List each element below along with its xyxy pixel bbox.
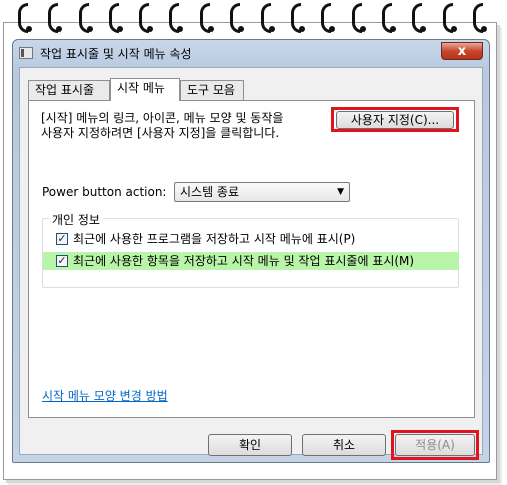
start-menu-panel: [시작] 메뉴의 링크, 아이콘, 메뉴 모양 및 동작을 사용자 지정하려면 … (28, 100, 475, 418)
tab-start-menu[interactable]: 시작 메뉴 (110, 78, 180, 101)
ring-icon (261, 3, 275, 33)
recent-programs-label: 최근에 사용한 프로그램을 저장하고 시작 메뉴에 표시(P) (73, 232, 356, 246)
ring-icon (382, 3, 396, 33)
ring-icon (321, 3, 335, 33)
tab-taskbar[interactable]: 작업 표시줄 (28, 80, 110, 100)
recent-programs-option[interactable]: ✓ 최근에 사용한 프로그램을 저장하고 시작 메뉴에 표시(P) (43, 230, 459, 248)
power-button-label: Power button action: (42, 185, 167, 199)
taskbar-icon (19, 47, 33, 59)
privacy-group-title: 개인 정보 (49, 211, 103, 228)
ring-icon (79, 3, 93, 33)
ring-icon (169, 3, 183, 33)
title-bar[interactable]: 작업 표시줄 및 시작 메뉴 속성 x (13, 40, 489, 66)
ring-icon (230, 3, 244, 33)
ring-icon (443, 3, 457, 33)
ring-icon (18, 3, 32, 33)
spiral-binding (0, 0, 507, 40)
ring-icon (200, 3, 214, 33)
ring-icon (109, 3, 123, 33)
close-button[interactable]: x (441, 42, 483, 60)
recent-items-label: 최근에 사용한 항목을 저장하고 시작 메뉴 및 작업 표시줄에 표시(M) (73, 254, 415, 268)
ok-button[interactable]: 확인 (208, 434, 292, 456)
intro-line-2: 사용자 지정하려면 [사용자 지정]을 클릭합니다. (41, 126, 280, 140)
intro-line-1: [시작] 메뉴의 링크, 아이콘, 메뉴 모양 및 동작을 (41, 111, 284, 125)
apply-button[interactable]: 적용(A) (395, 434, 475, 456)
customize-button[interactable]: 사용자 지정(C)... (336, 111, 454, 129)
power-button-select[interactable]: 시스템 종료 ▼ (174, 182, 350, 202)
dialog-client: 작업 표시줄 시작 메뉴 도구 모음 [시작] 메뉴의 링크, 아이콘, 메뉴 … (19, 67, 483, 460)
cancel-button[interactable]: 취소 (302, 434, 386, 456)
help-link[interactable]: 시작 메뉴 모양 변경 방법 (42, 387, 168, 404)
ring-icon (412, 3, 426, 33)
recent-items-checkbox[interactable]: ✓ (56, 255, 68, 267)
dialog-title: 작업 표시줄 및 시작 메뉴 속성 (40, 47, 192, 61)
recent-programs-checkbox[interactable]: ✓ (56, 233, 68, 245)
intro-text: [시작] 메뉴의 링크, 아이콘, 메뉴 모양 및 동작을 사용자 지정하려면 … (41, 111, 283, 141)
ring-icon (139, 3, 153, 33)
ring-icon (291, 3, 305, 33)
properties-dialog: 작업 표시줄 및 시작 메뉴 속성 x 작업 표시줄 시작 메뉴 도구 모음 [… (12, 39, 490, 463)
ring-icon (352, 3, 366, 33)
tab-toolbars[interactable]: 도구 모음 (180, 80, 244, 100)
chevron-down-icon: ▼ (337, 187, 344, 197)
ring-icon (473, 3, 487, 33)
power-button-value: 시스템 종료 (180, 185, 240, 199)
ring-icon (48, 3, 62, 33)
recent-items-option[interactable]: ✓ 최근에 사용한 항목을 저장하고 시작 메뉴 및 작업 표시줄에 표시(M) (43, 252, 459, 270)
